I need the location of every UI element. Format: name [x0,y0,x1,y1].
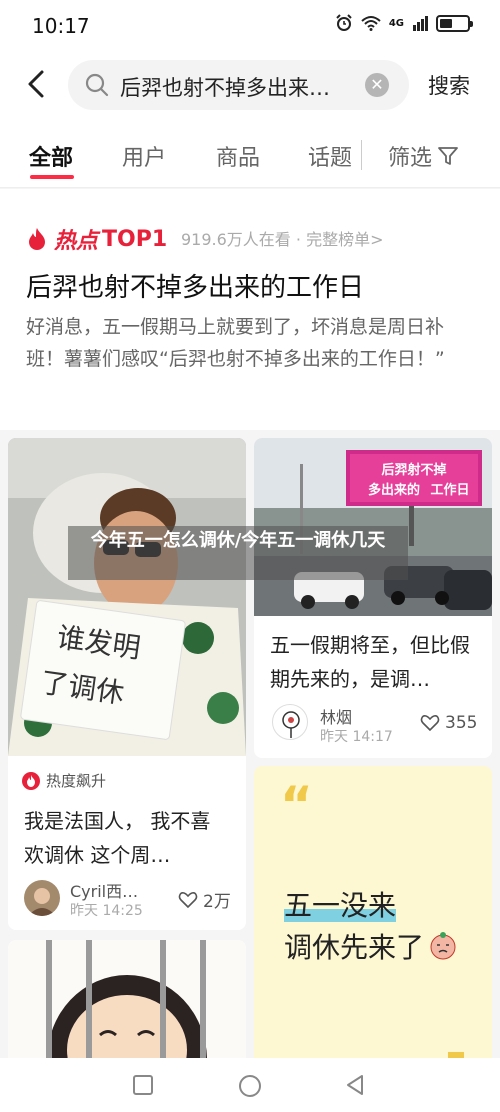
back-button[interactable] [20,64,56,104]
author-name[interactable]: 林烟 [320,704,352,728]
hot-description: 好消息，五一假期马上就要到了，坏消息是周日补班！薯薯们感叹“后羿也射不掉多出来的… [26,316,445,370]
feed-card[interactable]: 后羿射不掉 多出来的 工作日 五一假期将至，但比假期先来的，是调… 林烟 昨天 … [254,438,492,758]
prison-cartoon-image [8,940,246,1058]
card-title[interactable]: 五一假期将至，但比假期先来的，是调… [270,628,480,696]
status-bar: 10:17 4G [0,0,500,50]
tab-users[interactable]: 用户 [122,140,166,172]
overlay-headline: 今年五一怎么调休/今年五一调休几天 [68,526,408,580]
search-box[interactable]: 后羿也射不掉多出来… ✕ [68,60,409,110]
home-icon[interactable] [238,1074,262,1098]
like-count: 355 [445,713,478,733]
back-nav-icon[interactable] [344,1074,366,1096]
trending-flame-icon [22,771,40,790]
hot-topic-card[interactable]: 热点 TOP1 919.6万人在看 · 完整榜单> 后羿也射不掉多出来的工作日 … [0,189,500,430]
trending-tag-label: 热度飙升 [46,772,107,790]
status-time: 10:17 [32,14,90,38]
hot-label: 热点 [54,229,99,254]
tab-topics[interactable]: 话题 [308,140,352,172]
like-count: 2万 [203,892,231,912]
billboard-line-2: 多出来的 [368,482,420,498]
like-button[interactable]: 2万 [178,887,231,912]
search-input[interactable]: 后羿也射不掉多出来… [120,72,360,102]
heart-icon [178,891,198,908]
post-time: 昨天 14:17 [320,729,393,745]
tab-all[interactable]: 全部 [29,140,73,172]
post-image: 谁发明 了调休 [8,438,246,756]
note-line-1: 五一没来 [284,889,397,922]
hot-badge: 热点 TOP1 [26,223,167,255]
back-arrow-icon [28,70,44,98]
status-icons: 4G [335,14,473,32]
avatar[interactable] [24,880,60,916]
tab-products[interactable]: 商品 [216,140,260,172]
card-title[interactable]: 我是法国人， 我不喜欢调休 这个周… [24,804,230,872]
filter-button[interactable]: 筛选 [388,140,460,172]
filter-icon [438,147,458,165]
feed-card[interactable]: 谁发明 了调休 热度飙升 我是法国人， 我不喜欢调休 这个周… Cyril西… … [8,438,246,930]
trending-tag: 热度飙升 [22,770,106,791]
avatar[interactable] [272,704,308,740]
hot-meta[interactable]: 919.6万人在看 · 完整榜单> [181,226,383,250]
recent-apps-icon[interactable] [132,1074,154,1096]
search-icon [85,73,109,97]
hot-title[interactable]: 后羿也射不掉多出来的工作日 [26,267,364,304]
search-header: 后羿也射不掉多出来… ✕ 搜索 [0,50,500,122]
note-line-2: 调休先来了 [284,926,458,966]
filter-label: 筛选 [388,146,433,171]
tab-divider [361,140,362,170]
clear-icon[interactable]: ✕ [365,73,389,97]
crying-emoji-icon [430,932,456,960]
active-tab-indicator [30,175,74,179]
feed-card[interactable]: “ 五一没来 调休先来了 [254,766,492,1058]
post-time: 昨天 14:25 [70,903,143,919]
network-type: 4G [388,17,404,29]
billboard-line-3: 工作日 [430,482,469,498]
feed-card[interactable] [8,940,246,1058]
signal-icon [413,16,428,31]
man-photo: 谁发明 了调休 [8,438,246,756]
heart-icon [420,715,440,732]
wifi-icon [361,16,381,31]
alarm-icon [336,14,352,31]
tab-bar: 全部 用户 商品 话题 筛选 [0,122,500,188]
system-nav-bar [0,1058,500,1112]
battery-icon [436,14,473,32]
search-button[interactable]: 搜索 [428,70,470,100]
quote-mark: “ [280,776,313,834]
author-name[interactable]: Cyril西… [70,878,138,902]
flame-icon [29,228,45,250]
billboard-line-1: 后羿射不掉 [381,462,446,478]
hot-rank: TOP1 [102,226,168,252]
like-button[interactable]: 355 [420,713,477,733]
